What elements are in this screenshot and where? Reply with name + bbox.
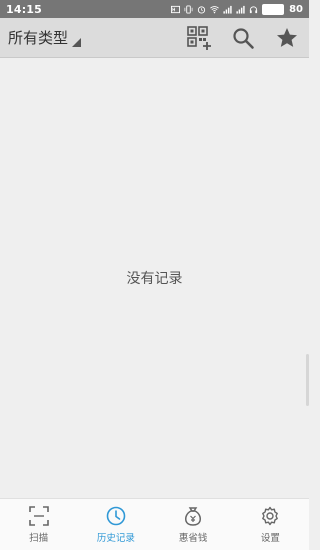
favorites-button[interactable]	[265, 18, 309, 58]
signal-2-icon	[236, 5, 245, 14]
scan-icon	[28, 506, 49, 526]
status-bar: 14:15 80	[0, 0, 309, 18]
qr-add-icon	[187, 25, 211, 50]
nav-label-settings: 设置	[260, 533, 280, 544]
status-time: 14:15	[6, 2, 43, 16]
toolbar: 所有类型	[0, 18, 309, 58]
headset-icon	[249, 5, 258, 13]
type-filter-label: 所有类型	[8, 29, 69, 47]
money-bag-icon	[185, 507, 202, 526]
nav-label-savings: 惠省钱	[178, 533, 208, 544]
battery-icon	[262, 3, 285, 15]
battery-level: 80	[289, 3, 303, 15]
nav-item-history[interactable]: 历史记录	[77, 499, 154, 550]
nav-label-scan: 扫描	[29, 533, 49, 544]
gear-icon	[262, 506, 279, 526]
signal-icon	[223, 5, 232, 14]
star-icon	[277, 27, 297, 47]
history-list: 没有记录	[0, 58, 309, 498]
type-filter-dropdown[interactable]: 所有类型	[8, 18, 82, 58]
search-button[interactable]	[221, 18, 265, 58]
scroll-handle[interactable]	[306, 354, 309, 406]
toolbar-actions	[177, 18, 309, 58]
wifi-icon	[210, 5, 219, 13]
nav-label-history: 历史记录	[96, 533, 135, 544]
generate-qr-button[interactable]	[177, 18, 221, 58]
nav-item-savings[interactable]: 惠省钱	[155, 499, 232, 550]
bottom-nav: 扫描 历史记录 惠省钱 设置	[0, 498, 309, 550]
alarm-icon	[197, 5, 206, 14]
dropdown-corner-icon	[72, 38, 82, 47]
clock-icon	[106, 506, 126, 526]
search-icon	[233, 27, 254, 49]
vibrate-icon	[184, 4, 193, 14]
nav-item-scan[interactable]: 扫描	[0, 499, 77, 550]
empty-state-message: 没有记录	[126, 271, 183, 287]
hd-icon	[171, 5, 181, 13]
nav-item-settings[interactable]: 设置	[232, 499, 309, 550]
status-icons: 80	[171, 3, 303, 15]
